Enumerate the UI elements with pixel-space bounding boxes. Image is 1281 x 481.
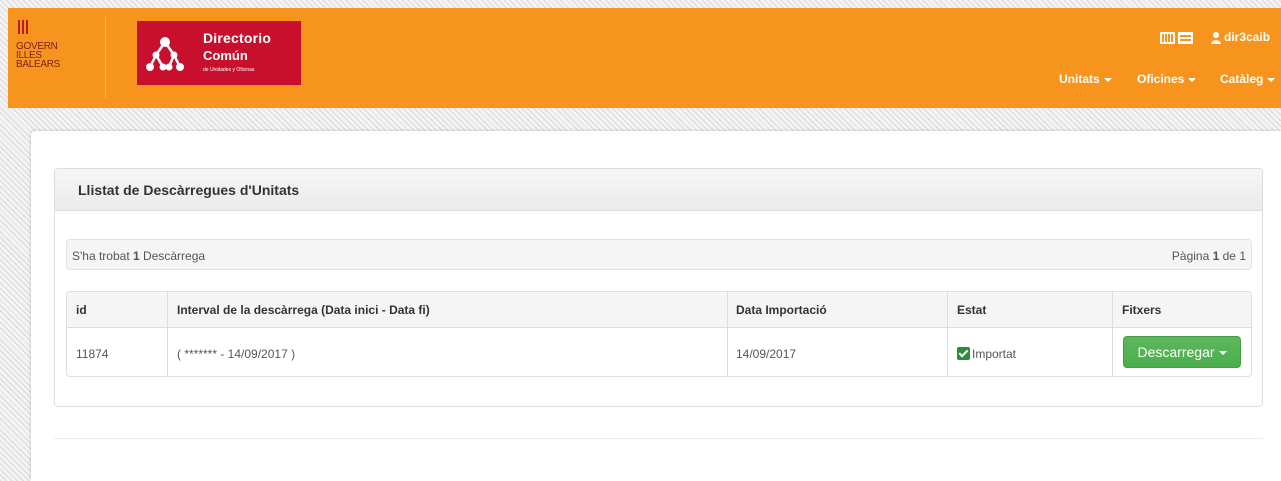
column-divider (1112, 292, 1113, 376)
check-square-icon (957, 347, 970, 360)
column-divider (167, 292, 168, 376)
panel-header: Llistat de Descàrregues d'Unitats (55, 169, 1262, 211)
results-count-prefix: S'ha trobat (72, 249, 133, 263)
govern-logo-line: BALEARS (16, 59, 61, 70)
cell-id: 11874 (76, 347, 109, 361)
caret-down-icon (1103, 77, 1112, 82)
download-button-label: Descarregar (1137, 344, 1215, 360)
column-divider (947, 292, 948, 376)
govern-logo-text: GOVERN ILLES BALEARS (16, 42, 101, 70)
header-interval[interactable]: Interval de la descàrrega (Data inici - … (177, 303, 430, 317)
cell-interval: ( ******* - 14/09/2017 ) (177, 347, 296, 361)
nav-oficines[interactable]: Oficines (1137, 72, 1197, 86)
logo-title-line1: Directorio (203, 30, 272, 46)
results-info-bar: S'ha trobat 1 Descàrrega Pàgina 1 de 1 (66, 239, 1252, 270)
user-icon[interactable] (1211, 32, 1221, 44)
downloads-panel: Llistat de Descàrregues d'Unitats S'ha t… (54, 168, 1263, 407)
caret-down-icon (1188, 77, 1197, 82)
logo-title-line2: Común (203, 48, 248, 63)
header-divider (105, 16, 106, 98)
nav-oficines-label: Oficines (1137, 72, 1185, 86)
results-count-value: 1 (133, 249, 140, 263)
nav-unitats[interactable]: Unitats (1059, 72, 1112, 86)
govern-bars-icon (18, 20, 28, 34)
nav-cataleg-label: Catàleg (1220, 72, 1264, 86)
main-content: Llistat de Descàrregues d'Unitats S'ha t… (31, 131, 1281, 481)
header-files: Fitxers (1122, 303, 1162, 317)
column-divider (727, 292, 728, 376)
govern-illes-balears-logo[interactable]: GOVERN ILLES BALEARS (16, 20, 101, 90)
content-divider (54, 438, 1263, 439)
caret-down-icon (1218, 351, 1227, 356)
directorio-comun-logo[interactable]: Directorio Común de Unidades y Oficinas (137, 21, 301, 85)
nav-unitats-label: Unitats (1059, 72, 1100, 86)
top-header: GOVERN ILLES BALEARS Directorio Común de… (8, 8, 1281, 108)
list-icon[interactable] (1178, 32, 1193, 44)
downloads-table: id Interval de la descàrrega (Data inici… (66, 291, 1252, 377)
download-button[interactable]: Descarregar (1123, 336, 1241, 368)
nav-cataleg[interactable]: Catàleg (1220, 72, 1276, 86)
page-prefix: Pàgina (1171, 249, 1213, 263)
grid-icon[interactable] (1160, 32, 1175, 44)
caret-down-icon (1267, 77, 1276, 82)
header-import-date[interactable]: Data Importació (736, 303, 827, 317)
pagination-info: Pàgina 1 de 1 (1172, 249, 1246, 263)
header-id[interactable]: id (76, 303, 87, 317)
page-total: 1 (1239, 249, 1246, 263)
status-label: Importat (972, 347, 1017, 361)
logo-subtitle: de Unidades y Oficinas (203, 67, 255, 73)
page-sep: de (1219, 249, 1240, 263)
results-count-suffix: Descàrrega (139, 249, 206, 263)
tree-network-icon (146, 37, 184, 71)
cell-status: Importat (957, 347, 1016, 361)
user-menu[interactable]: dir3caib (1224, 30, 1270, 44)
cell-import-date: 14/09/2017 (736, 347, 797, 361)
results-count: S'ha trobat 1 Descàrrega (72, 249, 205, 263)
panel-title: Llistat de Descàrregues d'Unitats (78, 182, 300, 198)
header-status[interactable]: Estat (957, 303, 986, 317)
